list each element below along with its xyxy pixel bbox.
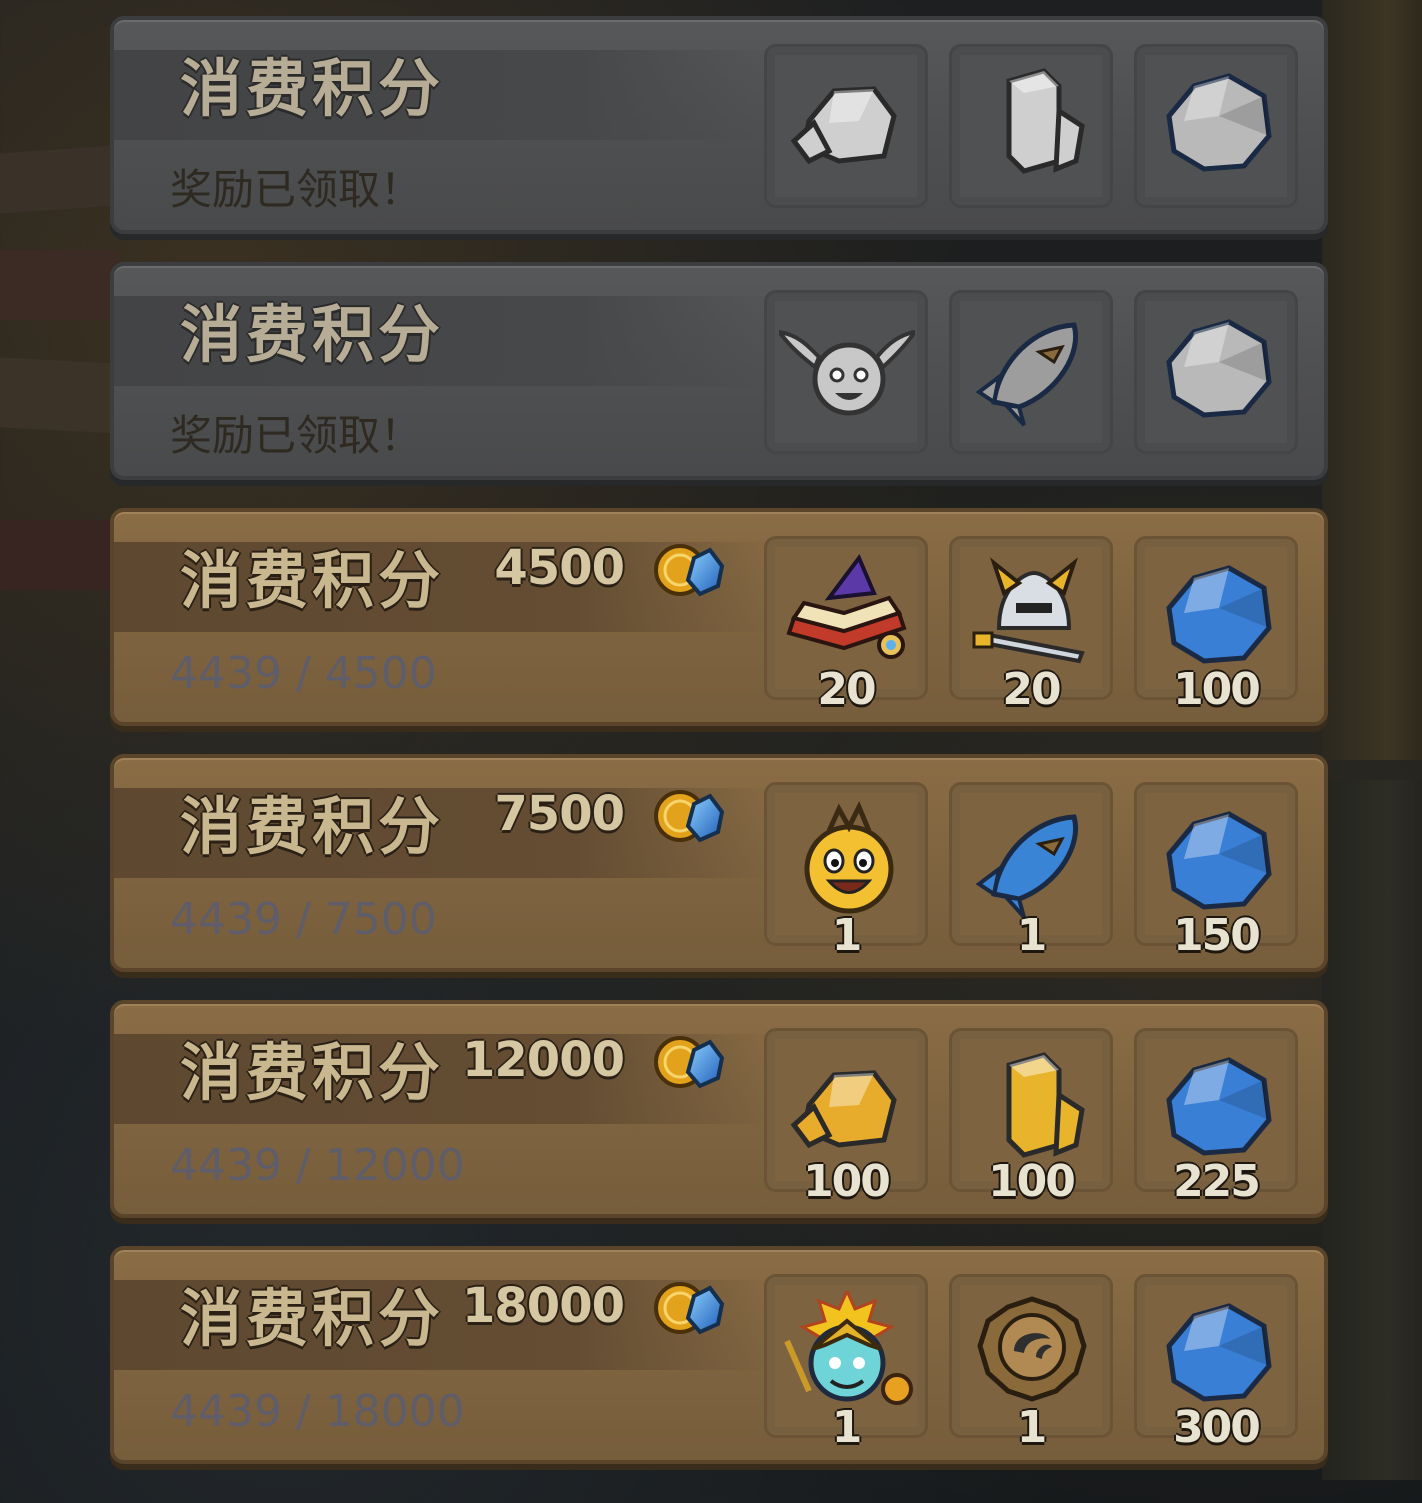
gray-gem-icon bbox=[1149, 307, 1285, 427]
reward-slot[interactable]: 300 bbox=[1134, 1274, 1298, 1453]
background-chest bbox=[1322, 0, 1422, 760]
background-book bbox=[0, 250, 120, 320]
reward-quantity: 100 bbox=[803, 1156, 891, 1207]
reward-slot[interactable]: 1 bbox=[764, 782, 928, 961]
coin-gem-currency-icon bbox=[654, 1032, 726, 1090]
golden-knight-hero-icon bbox=[779, 1291, 915, 1411]
reward-tier-6: 消费积分 18000 4439 / 18000 1 1 300 bbox=[110, 1246, 1328, 1464]
coin-gem-currency-icon bbox=[654, 1278, 726, 1336]
reward-slot[interactable]: 100 bbox=[949, 1028, 1113, 1207]
reward-quantity: 225 bbox=[1173, 1156, 1261, 1207]
gold-ore-icon bbox=[779, 1045, 915, 1165]
reward-slot[interactable]: 20 bbox=[764, 536, 928, 715]
background-book bbox=[0, 520, 120, 590]
reward-slot[interactable]: 150 bbox=[1134, 782, 1298, 961]
points-cost: 12000 bbox=[462, 1032, 625, 1088]
progress-text: 4439 / 7500 bbox=[170, 894, 437, 945]
gray-ore-icon bbox=[779, 61, 915, 181]
reward-quantity: 150 bbox=[1173, 910, 1261, 961]
reward-slot[interactable]: 100 bbox=[764, 1028, 928, 1207]
claimed-status: 奖励已领取！ bbox=[170, 411, 423, 460]
reward-slot[interactable]: 225 bbox=[1134, 1028, 1298, 1207]
reward-tier-3: 消费积分 4500 4439 / 4500 20 20 100 bbox=[110, 508, 1328, 726]
blue-rocket-icon bbox=[964, 799, 1100, 919]
blue-gem-icon bbox=[1149, 1045, 1285, 1165]
bronze-emblem-icon bbox=[964, 1291, 1100, 1411]
reward-slot[interactable]: 100 bbox=[1134, 536, 1298, 715]
golden-helmet-sword-icon bbox=[964, 553, 1100, 673]
reward-slot[interactable]: 1 bbox=[949, 782, 1113, 961]
points-cost: 18000 bbox=[462, 1278, 625, 1334]
reward-slot[interactable]: 1 bbox=[764, 1274, 928, 1453]
tier-title: 消费积分 bbox=[180, 1282, 445, 1355]
blue-gem-icon bbox=[1149, 553, 1285, 673]
reward-quantity: 1 bbox=[831, 1402, 863, 1453]
gray-rocket-icon bbox=[964, 307, 1100, 427]
reward-quantity: 1 bbox=[1016, 1402, 1048, 1453]
wizard-hat-spellbook-icon bbox=[779, 553, 915, 673]
reward-tier-1: 消费积分 奖励已领取！ bbox=[110, 16, 1328, 234]
progress-text: 4439 / 4500 bbox=[170, 648, 437, 699]
tier-title: 消费积分 bbox=[180, 298, 445, 371]
gold-crystal-pillar-icon bbox=[964, 1045, 1100, 1165]
reward-slot[interactable] bbox=[1134, 44, 1298, 208]
tier-title: 消费积分 bbox=[180, 52, 445, 125]
reward-slot[interactable]: 1 bbox=[949, 1274, 1113, 1453]
reward-slot[interactable] bbox=[949, 44, 1113, 208]
reward-slot[interactable] bbox=[764, 290, 928, 454]
reward-slot[interactable] bbox=[949, 290, 1113, 454]
yellow-lantern-hero-icon bbox=[779, 799, 915, 919]
coin-gem-currency-icon bbox=[654, 540, 726, 598]
blue-gem-icon bbox=[1149, 799, 1285, 919]
reward-quantity: 20 bbox=[817, 664, 876, 715]
reward-quantity: 100 bbox=[1173, 664, 1261, 715]
reward-quantity: 300 bbox=[1173, 1402, 1261, 1453]
background-book bbox=[0, 145, 122, 215]
reward-tier-5: 消费积分 12000 4439 / 12000 100 100 225 bbox=[110, 1000, 1328, 1218]
background-book bbox=[0, 356, 122, 434]
reward-quantity: 20 bbox=[1002, 664, 1061, 715]
reward-slot[interactable] bbox=[764, 44, 928, 208]
reward-quantity: 100 bbox=[988, 1156, 1076, 1207]
reward-slot[interactable] bbox=[1134, 290, 1298, 454]
gray-crystal-pillar-icon bbox=[964, 61, 1100, 181]
progress-text: 4439 / 12000 bbox=[170, 1140, 465, 1191]
blue-gem-icon bbox=[1149, 1291, 1285, 1411]
progress-text: 4439 / 18000 bbox=[170, 1386, 465, 1437]
reward-quantity: 1 bbox=[1016, 910, 1048, 961]
tier-title: 消费积分 bbox=[180, 1036, 445, 1109]
reward-tier-2: 消费积分 奖励已领取！ bbox=[110, 262, 1328, 480]
tier-title: 消费积分 bbox=[180, 544, 445, 617]
gray-gem-icon bbox=[1149, 61, 1285, 181]
claimed-status: 奖励已领取！ bbox=[170, 165, 423, 214]
points-cost: 7500 bbox=[494, 786, 625, 842]
reward-slot[interactable]: 20 bbox=[949, 536, 1113, 715]
points-cost: 4500 bbox=[494, 540, 625, 596]
background-chest bbox=[1322, 780, 1422, 1480]
gray-winged-hero-icon bbox=[779, 307, 915, 427]
reward-tier-4: 消费积分 7500 4439 / 7500 1 1 150 bbox=[110, 754, 1328, 972]
reward-quantity: 1 bbox=[831, 910, 863, 961]
coin-gem-currency-icon bbox=[654, 786, 726, 844]
tier-title: 消费积分 bbox=[180, 790, 445, 863]
